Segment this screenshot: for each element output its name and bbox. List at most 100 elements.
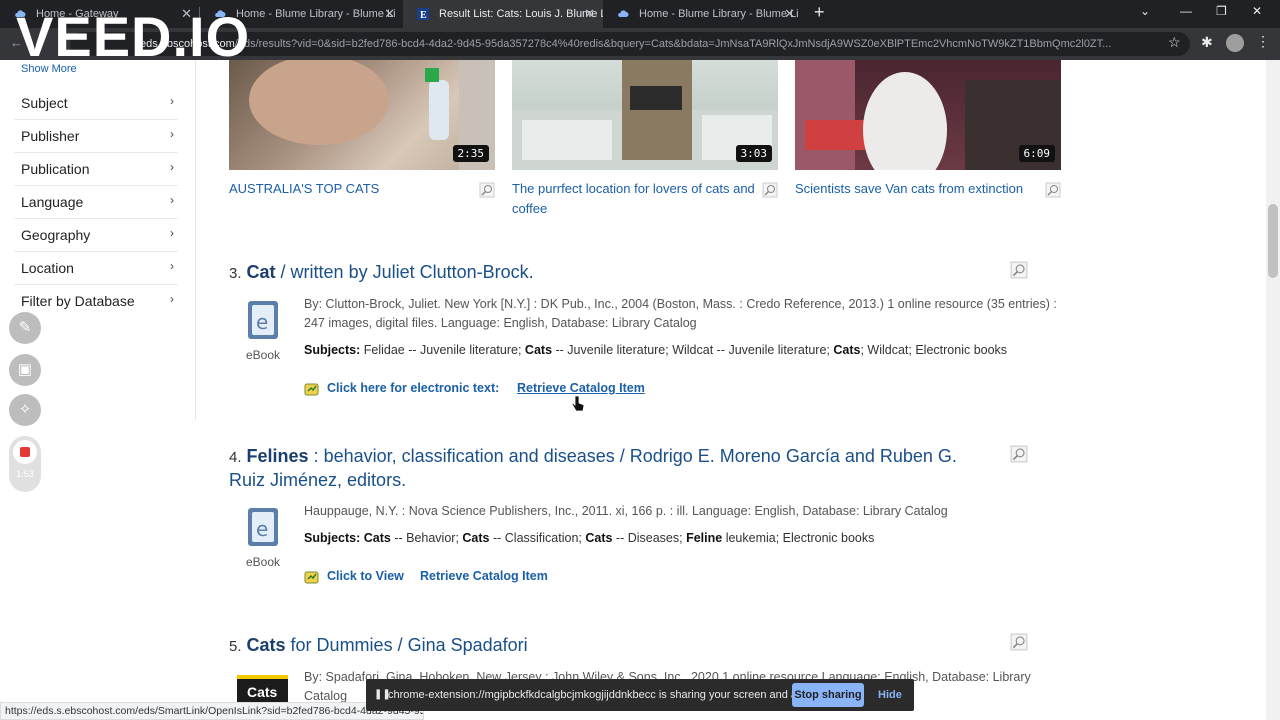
retrieve-catalog-item-link[interactable]: Retrieve Catalog Item xyxy=(420,569,548,583)
preview-magnifier-icon[interactable] xyxy=(1010,261,1028,279)
facet-publisher[interactable]: Publisher › xyxy=(14,120,178,153)
video-title-link[interactable]: The purrfect location for lovers of cats… xyxy=(512,179,762,219)
show-more-link[interactable]: Show More xyxy=(21,63,77,75)
retrieve-catalog-item-link[interactable]: Retrieve Catalog Item xyxy=(517,381,645,395)
preview-magnifier-icon[interactable] xyxy=(1010,445,1028,463)
close-window-icon[interactable]: ✕ xyxy=(1252,4,1262,18)
ebook-format[interactable]: e eBook xyxy=(244,299,282,362)
close-icon[interactable]: ✕ xyxy=(784,0,795,28)
minimize-icon[interactable]: — xyxy=(1180,4,1192,18)
share-message: chrome-extension://mgipbckfkdcalgbcjmkog… xyxy=(388,689,821,701)
result-metadata: By: Clutton-Brock, Juliet. New York [N.Y… xyxy=(304,297,1057,330)
profile-avatar[interactable] xyxy=(1226,34,1244,52)
facet-label: Geography xyxy=(21,227,91,243)
result-title-rest: / written by Juliet Clutton-Brock. xyxy=(275,262,534,282)
close-icon[interactable]: ✕ xyxy=(584,0,595,28)
tab-blume-library-2[interactable]: Home - Blume Library - Blume Li ✕ xyxy=(603,0,803,28)
chevron-down-icon[interactable]: ⌄ xyxy=(1140,4,1150,18)
result-title-rest: : behavior, classification and diseases … xyxy=(229,446,957,490)
preview-magnifier-icon[interactable] xyxy=(1045,182,1061,198)
ebook-format[interactable]: e eBook xyxy=(244,506,282,569)
facet-filter-by-database[interactable]: Filter by Database › xyxy=(14,285,178,318)
subject-highlight: Cats xyxy=(363,531,391,545)
video-duration: 2:35 xyxy=(452,145,489,162)
video-title-link[interactable]: AUSTRALIA'S TOP CATS xyxy=(229,179,479,199)
result-title-link[interactable]: Felines xyxy=(247,446,309,466)
facet-subject[interactable]: Subject › xyxy=(14,87,178,120)
chevron-right-icon: › xyxy=(170,160,174,174)
subject-text: -- Diseases; xyxy=(612,531,687,545)
tab-label: Result List: Cats: Louis J. Blume L xyxy=(439,8,603,20)
more-menu-icon[interactable]: ⋮ xyxy=(1256,33,1270,50)
tab-label: Home - Blume Library - Blume Li xyxy=(236,8,396,20)
video-thumbnail[interactable]: 3:03 xyxy=(512,60,778,170)
status-url-bubble: https://eds.s.ebscohost.com/eds/SmartLin… xyxy=(0,702,424,720)
result-number: 3. xyxy=(229,265,242,282)
subjects-label: Subjects: xyxy=(304,343,361,357)
subject-highlight: Cats xyxy=(585,531,613,545)
result-title: 3. Cat / written by Juliet Clutton-Brock… xyxy=(229,261,979,285)
electronic-text-link[interactable]: Click here for electronic text: xyxy=(327,381,499,395)
star-icon[interactable]: ☆ xyxy=(1168,34,1181,51)
hand-cursor-icon xyxy=(571,395,585,412)
subject-highlight: Cats xyxy=(462,531,490,545)
chevron-right-icon: › xyxy=(170,127,174,141)
subject-text: -- Classification; xyxy=(489,531,586,545)
result-subjects: Subjects: Felidae -- Juvenile literature… xyxy=(304,343,1064,357)
subjects-label: Subjects: xyxy=(304,531,361,545)
ebook-icon: e xyxy=(248,301,278,339)
result-title: 5. Cats for Dummies / Gina Spadafori xyxy=(229,634,979,658)
pencil-icon[interactable]: ✎ xyxy=(9,312,41,344)
hide-share-bar-button[interactable]: Hide xyxy=(878,679,902,711)
click-to-view-link[interactable]: Click to View xyxy=(327,569,404,583)
chevron-right-icon: › xyxy=(170,292,174,306)
url-path: /eds/results?vid=0&sid=b2fed786-bcd4-4da… xyxy=(234,38,1112,50)
video-duration: 3:03 xyxy=(735,145,772,162)
result-title-link[interactable]: Cats xyxy=(247,635,286,655)
subject-text: Felidae -- Juvenile literature; xyxy=(360,343,525,357)
subject-text: leukemia; Electronic books xyxy=(722,531,875,545)
preview-magnifier-icon[interactable] xyxy=(762,182,778,198)
scrollbar-thumb[interactable] xyxy=(1268,204,1278,278)
video-thumbnail[interactable]: 6:09 xyxy=(795,60,1061,170)
facet-language[interactable]: Language › xyxy=(14,186,178,219)
video-title-link[interactable]: Scientists save Van cats from extinction xyxy=(795,179,1045,199)
ebook-icon: e xyxy=(248,508,278,546)
subject-text: -- Juvenile literature; Wildcat -- Juven… xyxy=(552,343,834,357)
preview-magnifier-icon[interactable] xyxy=(479,182,495,198)
facet-label: Publisher xyxy=(21,128,80,144)
sparkle-icon[interactable]: ✧ xyxy=(9,394,41,426)
facet-label: Language xyxy=(21,194,84,210)
video-thumbnail[interactable]: 2:35 xyxy=(229,60,495,170)
stop-record-icon[interactable] xyxy=(13,440,37,464)
chevron-right-icon: › xyxy=(170,259,174,273)
subject-text: -- Behavior; xyxy=(390,531,463,545)
stop-sharing-button[interactable]: Stop sharing xyxy=(792,683,864,707)
page-scrollbar[interactable] xyxy=(1266,60,1280,720)
chevron-right-icon: › xyxy=(170,94,174,108)
subject-highlight: Cats xyxy=(524,343,553,357)
facet-geography[interactable]: Geography › xyxy=(14,219,178,252)
recording-timer: 1:53 xyxy=(16,469,34,479)
facet-publication[interactable]: Publication › xyxy=(14,153,178,186)
format-label: eBook xyxy=(245,348,281,362)
new-tab-icon[interactable]: + xyxy=(814,2,825,23)
screen-share-bar: ❚❚ chrome-extension://mgipbckfkdcalgbcjm… xyxy=(366,679,914,711)
preview-magnifier-icon[interactable] xyxy=(1010,633,1028,651)
link-icon xyxy=(304,383,319,396)
recording-control[interactable]: 1:53 xyxy=(9,436,41,492)
close-icon[interactable]: ✕ xyxy=(384,0,395,28)
format-label: eBook xyxy=(245,555,281,569)
tab-result-list[interactable]: E Result List: Cats: Louis J. Blume L ✕ xyxy=(403,0,603,28)
result-title: 4. Felines : behavior, classification an… xyxy=(229,445,979,492)
maximize-icon[interactable]: ❐ xyxy=(1216,4,1227,18)
result-number: 4. xyxy=(229,449,242,466)
tab-label: Home - Blume Library - Blume Li xyxy=(639,8,799,20)
book-cover-text: Cats xyxy=(247,684,278,700)
result-title-link[interactable]: Cat xyxy=(247,262,276,282)
extensions-puzzle-icon[interactable]: ✱ xyxy=(1201,34,1213,51)
sticky-note-icon[interactable]: ▣ xyxy=(9,354,41,386)
result-title-rest: for Dummies / Gina Spadafori xyxy=(285,635,528,655)
svg-text:e: e xyxy=(256,517,268,541)
facet-location[interactable]: Location › xyxy=(14,252,178,285)
